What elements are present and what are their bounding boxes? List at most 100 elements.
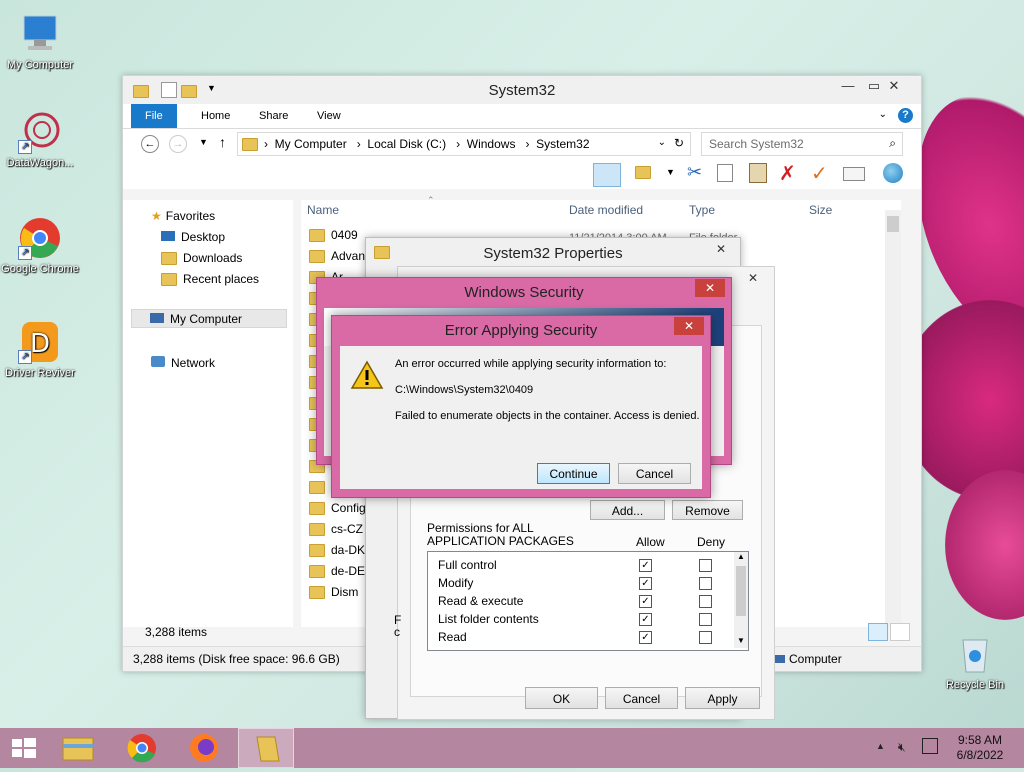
desktop-icon-my-computer[interactable]: My Computer — [0, 12, 80, 72]
file-row[interactable]: de-DE — [309, 564, 365, 579]
nav-favorites[interactable]: ★ Favorites — [151, 209, 215, 223]
cancel-button[interactable]: Cancel — [605, 687, 678, 709]
file-row[interactable]: Config — [309, 501, 366, 516]
vertical-scrollbar[interactable] — [885, 210, 901, 627]
breadcrumb-separator: › — [518, 137, 537, 151]
address-dropdown-icon[interactable]: ⌄ — [658, 137, 666, 148]
add-button[interactable]: Add... — [590, 500, 665, 520]
nav-downloads[interactable]: Downloads — [161, 251, 242, 266]
scroll-thumb[interactable] — [736, 566, 746, 616]
search-box[interactable]: Search System32 ⌕ — [701, 132, 903, 156]
desktop-icon-driver-reviver[interactable]: D ↗ Driver Reviver — [0, 320, 80, 380]
address-box[interactable]: › My Computer › Local Disk (C:) › Window… — [237, 132, 691, 156]
taskbar-explorer-active[interactable] — [238, 728, 294, 768]
scroll-up-icon[interactable]: ▲ — [734, 552, 748, 564]
help-icon[interactable]: ? — [898, 108, 913, 123]
search-icon[interactable]: ⌕ — [889, 136, 896, 151]
tab-view[interactable]: View — [303, 104, 355, 128]
deny-checkbox[interactable] — [699, 559, 712, 572]
file-row[interactable]: Dism — [309, 585, 358, 600]
expand-ribbon-icon[interactable]: ⌄ — [879, 109, 887, 120]
column-header-name[interactable]: Name — [307, 203, 339, 217]
desktop-icon-google-chrome[interactable]: ↗ Google Chrome — [0, 216, 80, 276]
scroll-thumb[interactable] — [887, 216, 899, 232]
deny-checkbox[interactable] — [699, 595, 712, 608]
allow-checkbox[interactable]: ✓ — [639, 559, 652, 572]
show-hidden-icons-icon[interactable]: ▲ — [876, 741, 885, 751]
rename-icon[interactable] — [843, 167, 865, 181]
file-row[interactable]: da-DK — [309, 543, 366, 558]
file-name: da-DK — [331, 543, 366, 557]
start-button[interactable] — [0, 728, 48, 768]
allow-checkbox[interactable]: ✓ — [639, 577, 652, 590]
volume-muted-icon[interactable]: 🔇︎ — [898, 740, 906, 755]
close-button[interactable]: ✕ — [674, 317, 704, 335]
ok-button[interactable]: OK — [525, 687, 598, 709]
forward-icon[interactable]: → — [169, 135, 187, 153]
close-button[interactable]: ✕ — [873, 76, 915, 96]
delete-icon[interactable]: ✗ — [779, 161, 796, 186]
preview-pane-icon[interactable] — [593, 163, 621, 187]
taskbar-chrome[interactable] — [114, 728, 170, 768]
breadcrumb-my-computer[interactable]: My Computer — [275, 137, 347, 151]
chevron-down-icon[interactable]: ▼ — [666, 167, 675, 177]
permissions-list: Full control ✓ Modify ✓ Read & execute ✓ List … — [427, 551, 749, 651]
refresh-icon[interactable]: ↻ — [674, 136, 684, 150]
file-name: cs-CZ — [331, 522, 363, 536]
allow-checkbox[interactable]: ✓ — [639, 595, 652, 608]
clock[interactable]: 9:58 AM 6/8/2022 — [950, 733, 1010, 763]
file-row[interactable]: cs-CZ — [309, 522, 363, 537]
nav-recent-places[interactable]: Recent places — [161, 272, 259, 287]
minimize-button[interactable]: — — [835, 76, 861, 96]
allow-checkbox[interactable]: ✓ — [639, 631, 652, 644]
breadcrumb-local-disk[interactable]: Local Disk (C:) — [367, 137, 446, 151]
details-view-icon[interactable] — [868, 623, 888, 641]
apply-button[interactable]: Apply — [685, 687, 760, 709]
column-header-type[interactable]: Type — [689, 203, 715, 217]
deny-checkbox[interactable] — [699, 577, 712, 590]
tab-file[interactable]: File — [131, 104, 177, 128]
close-button[interactable]: ✕ — [695, 279, 725, 297]
remove-button[interactable]: Remove — [672, 500, 743, 520]
large-icons-view-icon[interactable] — [890, 623, 910, 641]
inner-close-button[interactable]: ✕ — [738, 269, 768, 287]
up-icon[interactable]: ↑ — [219, 134, 226, 150]
checkmark-icon[interactable]: ✓ — [811, 161, 828, 186]
taskbar-file-explorer[interactable] — [50, 728, 106, 768]
column-header-size[interactable]: Size — [809, 203, 832, 217]
column-header-date[interactable]: Date modified — [569, 203, 643, 217]
desktop-icon-recycle-bin[interactable]: Recycle Bin — [935, 632, 1015, 692]
tab-home[interactable]: Home — [187, 104, 244, 128]
file-row[interactable]: 0409 — [309, 228, 358, 243]
nav-network[interactable]: Network — [151, 356, 215, 370]
search-input[interactable]: Search System32 — [709, 137, 804, 151]
breadcrumb-system32[interactable]: System32 — [536, 137, 589, 151]
allow-checkbox[interactable]: ✓ — [639, 613, 652, 626]
error-dialog-title: Error Applying Security — [444, 322, 598, 339]
network-icon[interactable] — [922, 738, 938, 754]
open-with-icon[interactable] — [635, 165, 657, 180]
globe-icon[interactable] — [883, 163, 903, 183]
permissions-scrollbar[interactable]: ▲ ▼ — [734, 552, 748, 648]
cancel-button[interactable]: Cancel — [618, 463, 691, 484]
desktop-icon-datawagon[interactable]: ↗ DataWagon... — [0, 110, 80, 170]
nav-desktop[interactable]: Desktop — [161, 230, 225, 244]
deny-checkbox[interactable] — [699, 631, 712, 644]
recent-locations-icon[interactable]: ▼ — [199, 137, 208, 147]
breadcrumb-windows[interactable]: Windows — [467, 137, 516, 151]
copy-icon[interactable] — [717, 164, 733, 182]
command-toolbar: ▼ ✂ ✗ ✓ — [123, 159, 921, 189]
file-row[interactable]: Advan — [309, 249, 365, 264]
paste-icon[interactable] — [749, 163, 767, 183]
back-icon[interactable]: ← — [141, 135, 159, 153]
taskbar-firefox[interactable] — [176, 728, 232, 768]
allow-header: Allow — [636, 535, 665, 549]
deny-checkbox[interactable] — [699, 613, 712, 626]
nav-my-computer[interactable]: My Computer — [131, 309, 287, 328]
permission-row: Read & execute — [438, 594, 524, 608]
continue-button[interactable]: Continue — [537, 463, 610, 484]
scroll-down-icon[interactable]: ▼ — [734, 636, 748, 648]
properties-close-button[interactable]: ✕ — [706, 240, 736, 258]
tab-share[interactable]: Share — [245, 104, 302, 128]
cut-icon[interactable]: ✂ — [687, 162, 702, 183]
